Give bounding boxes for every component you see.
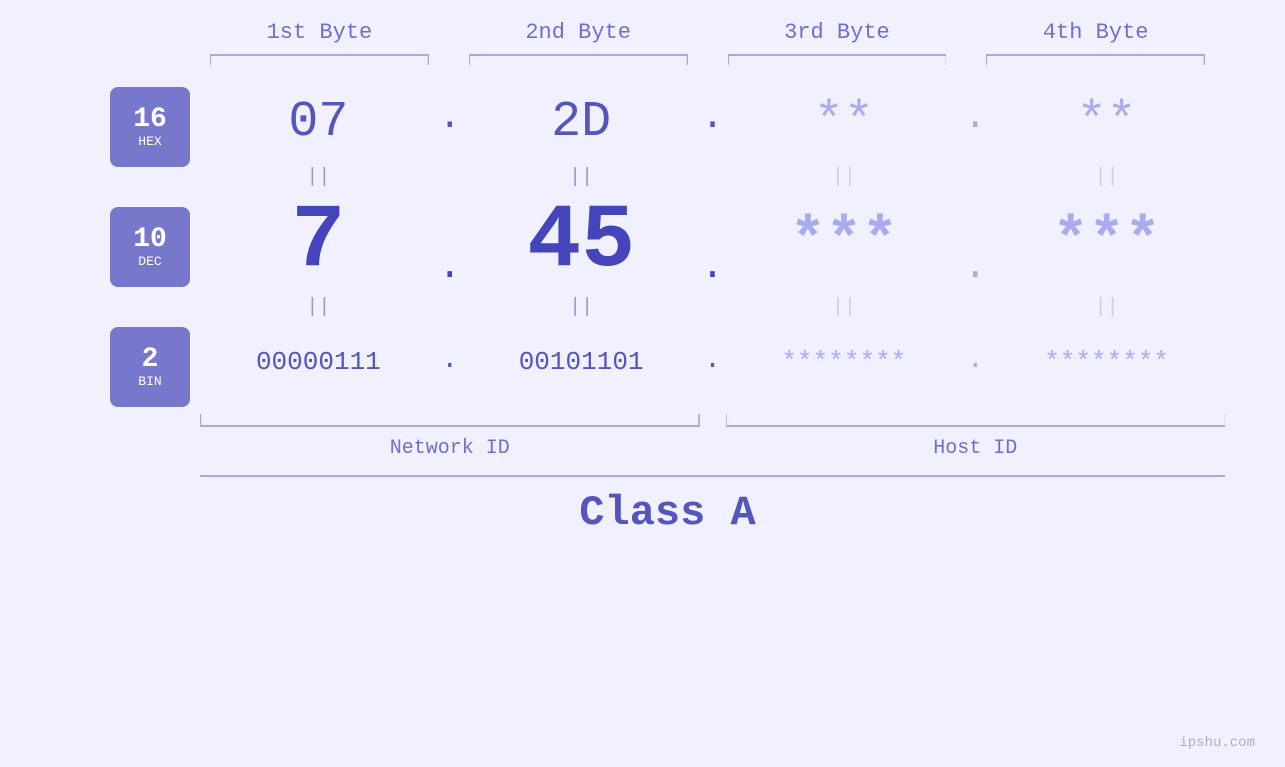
bin-b2: 00101101 xyxy=(463,347,700,377)
eq1-b4: || xyxy=(988,166,1225,189)
dec-b1: 7 xyxy=(200,197,437,287)
host-id-bracket: Host ID xyxy=(726,412,1226,460)
dec-dot2: . xyxy=(700,195,726,290)
byte4-header: 4th Byte xyxy=(966,20,1225,45)
eq1-b2: || xyxy=(463,166,700,189)
class-a-label: Class A xyxy=(110,489,1225,537)
hex-badge: 16 HEX xyxy=(110,87,190,167)
hex-dot2: . xyxy=(700,96,726,149)
dec-b4: *** xyxy=(988,212,1225,272)
eq2-b1: || xyxy=(200,296,437,319)
bracket-3 xyxy=(728,51,947,72)
bracket-2 xyxy=(469,51,688,72)
equals-row-1: || || || || xyxy=(200,162,1225,192)
eq2-b4: || xyxy=(988,296,1225,319)
bracket-1 xyxy=(210,51,429,72)
watermark: ipshu.com xyxy=(1179,735,1255,751)
byte-headers: 1st Byte 2nd Byte 3rd Byte 4th Byte xyxy=(60,0,1225,45)
bin-dot3: . xyxy=(962,345,988,380)
byte2-header: 2nd Byte xyxy=(449,20,708,45)
dec-row: 7 . 45 . *** . *** xyxy=(200,192,1225,292)
dec-badge: 10 DEC xyxy=(110,207,190,287)
top-brackets xyxy=(60,51,1225,72)
hex-b1: 07 xyxy=(200,94,437,151)
eq2-b3: || xyxy=(726,296,963,319)
bin-dot2: . xyxy=(700,345,726,380)
network-id-bracket: Network ID xyxy=(200,412,700,460)
main-container: 1st Byte 2nd Byte 3rd Byte 4th Byte xyxy=(0,0,1285,767)
hex-b4: ** xyxy=(988,94,1225,151)
bin-badge-label: BIN xyxy=(138,374,161,389)
equals-row-2: || || || || xyxy=(200,292,1225,322)
bottom-brackets-container: Network ID Host ID xyxy=(200,412,1225,460)
eq1-b3: || xyxy=(726,166,963,189)
bin-b4: ******** xyxy=(988,347,1225,377)
hex-dot1: . xyxy=(437,96,463,149)
base-badges: 16 HEX 10 DEC 2 BIN xyxy=(110,82,200,460)
byte1-header: 1st Byte xyxy=(190,20,449,45)
content-area: 16 HEX 10 DEC 2 BIN 07 . 2D xyxy=(60,82,1225,460)
class-section: Class A xyxy=(110,475,1225,537)
hex-badge-label: HEX xyxy=(138,134,161,149)
byte3-header: 3rd Byte xyxy=(708,20,967,45)
dec-dot3: . xyxy=(962,195,988,290)
hex-row: 07 . 2D . ** . ** xyxy=(200,82,1225,162)
dec-badge-num: 10 xyxy=(133,226,167,254)
host-id-label: Host ID xyxy=(726,437,1226,460)
hex-b3: ** xyxy=(726,94,963,151)
bin-b1: 00000111 xyxy=(200,347,437,377)
data-rows: 07 . 2D . ** . ** || || || || 7 . xyxy=(200,82,1225,460)
bin-row: 00000111 . 00101101 . ******** . *******… xyxy=(200,322,1225,402)
hex-dot3: . xyxy=(962,96,988,149)
network-id-label: Network ID xyxy=(200,437,700,460)
eq1-b1: || xyxy=(200,166,437,189)
dec-badge-label: DEC xyxy=(138,254,161,269)
eq2-b2: || xyxy=(463,296,700,319)
hex-b2: 2D xyxy=(463,94,700,151)
bin-badge-num: 2 xyxy=(142,346,159,374)
bin-badge: 2 BIN xyxy=(110,327,190,407)
bin-b3: ******** xyxy=(726,347,963,377)
dec-b3: *** xyxy=(726,212,963,272)
full-bottom-line xyxy=(200,475,1225,477)
bracket-4 xyxy=(986,51,1205,72)
dec-dot1: . xyxy=(437,195,463,290)
bin-dot1: . xyxy=(437,345,463,380)
hex-badge-num: 16 xyxy=(133,106,167,134)
dec-b2: 45 xyxy=(463,197,700,287)
